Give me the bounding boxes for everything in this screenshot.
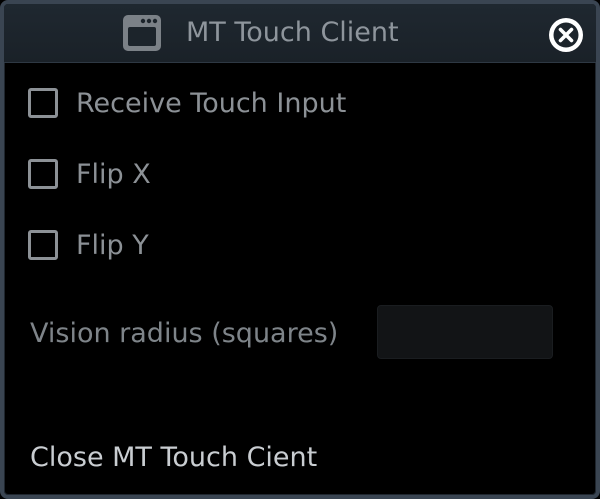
flip-x-checkbox[interactable] — [28, 159, 58, 189]
title-bar[interactable]: MT Touch Client — [4, 4, 596, 63]
receive-touch-input-checkbox[interactable] — [28, 88, 58, 118]
flip-y-checkbox-row[interactable]: Flip Y — [28, 226, 149, 264]
close-icon[interactable] — [547, 16, 585, 54]
close-client-button[interactable]: Close MT Touch Cient — [30, 440, 317, 476]
flip-y-checkbox[interactable] — [28, 230, 58, 260]
flip-x-label: Flip X — [76, 158, 151, 190]
receive-touch-input-checkbox-row[interactable]: Receive Touch Input — [28, 84, 346, 122]
flip-x-checkbox-row[interactable]: Flip X — [28, 155, 151, 193]
mt-touch-client-window: MT Touch Client Receive Touch Input Flip… — [0, 0, 600, 499]
vision-radius-input[interactable] — [377, 305, 553, 359]
app-window-icon — [123, 15, 161, 51]
receive-touch-input-label: Receive Touch Input — [76, 87, 347, 119]
window-title: MT Touch Client — [186, 17, 399, 48]
vision-radius-label: Vision radius (squares) — [30, 318, 339, 349]
flip-y-label: Flip Y — [76, 229, 149, 261]
